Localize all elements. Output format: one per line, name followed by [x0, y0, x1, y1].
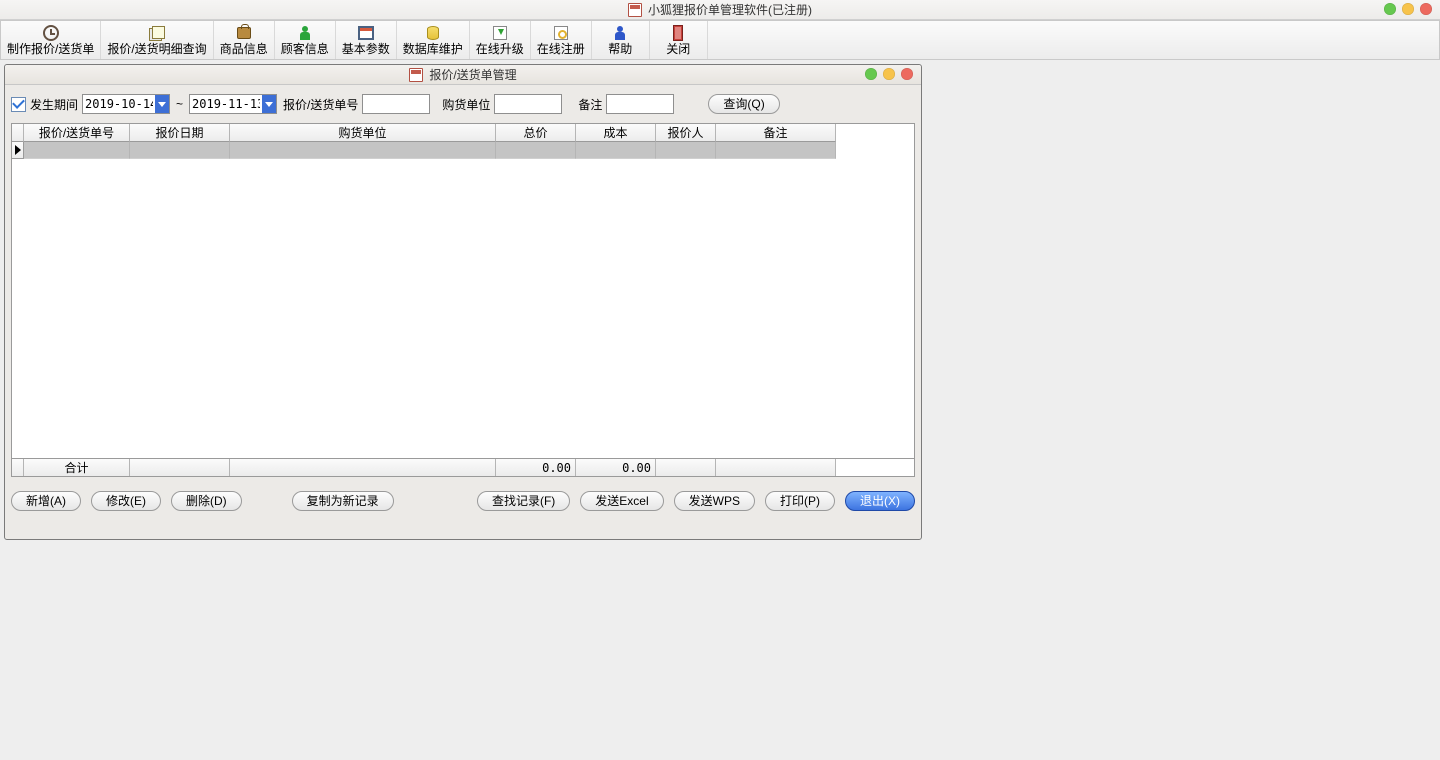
tb-basic-params[interactable]: 基本参数 — [336, 21, 397, 59]
table-header: 报价/送货单号 报价日期 购货单位 总价 成本 报价人 备注 — [12, 124, 914, 142]
th-remark[interactable]: 备注 — [716, 124, 836, 142]
tb-online-register[interactable]: 在线注册 — [531, 21, 592, 59]
close-icon[interactable] — [1420, 3, 1432, 15]
find-button[interactable]: 查找记录(F) — [477, 491, 570, 511]
remark-input[interactable] — [606, 94, 674, 114]
buyer-label: 购货单位 — [442, 96, 490, 113]
app-doc-icon — [628, 3, 642, 17]
edit-button[interactable]: 修改(E) — [91, 491, 161, 511]
th-rowmarker — [12, 124, 24, 142]
table-footer: 合计 0.00 0.00 — [12, 458, 914, 476]
sub-minimize-icon[interactable] — [865, 68, 877, 80]
date-from-input[interactable] — [83, 95, 155, 113]
send-wps-button[interactable]: 发送WPS — [674, 491, 755, 511]
filter-bar: 发生期间 ~ 报价/送货单号 购货单位 备注 — [11, 91, 915, 117]
main-window: 小狐狸报价单管理软件(已注册) 制作报价/送货单 报价/送货明细查询 商品信息 … — [0, 0, 1440, 760]
print-button[interactable]: 打印(P) — [765, 491, 835, 511]
clock-icon — [43, 25, 59, 41]
row-marker-icon — [12, 142, 24, 159]
search-button[interactable]: 查询(Q) — [708, 94, 779, 114]
th-total[interactable]: 总价 — [496, 124, 576, 142]
table-empty-area — [12, 159, 914, 458]
maximize-icon[interactable] — [1402, 3, 1414, 15]
exit-button[interactable]: 退出(X) — [845, 491, 915, 511]
main-title-text: 小狐狸报价单管理软件(已注册) — [648, 1, 812, 18]
mdi-workspace: 报价/送货单管理 发生期间 ~ — [0, 60, 1440, 760]
buyer-input[interactable] — [494, 94, 562, 114]
date-range-checkbox[interactable] — [11, 97, 26, 112]
th-buyer[interactable]: 购货单位 — [230, 124, 496, 142]
date-to-input[interactable] — [190, 95, 262, 113]
subwin-doc-icon — [409, 68, 423, 82]
delete-button[interactable]: 删除(D) — [171, 491, 242, 511]
date-to-dropdown-icon[interactable] — [262, 95, 276, 113]
tb-db-maintain[interactable]: 数据库维护 — [397, 21, 470, 59]
footer-total: 0.00 — [496, 459, 576, 476]
th-quoter[interactable]: 报价人 — [656, 124, 716, 142]
tb-online-upgrade[interactable]: 在线升级 — [470, 21, 531, 59]
date-tilde: ~ — [174, 97, 185, 111]
door-exit-icon — [673, 25, 683, 41]
database-icon — [427, 26, 439, 40]
th-date[interactable]: 报价日期 — [130, 124, 230, 142]
quote-manage-window: 报价/送货单管理 发生期间 ~ — [4, 64, 922, 540]
add-button[interactable]: 新增(A) — [11, 491, 81, 511]
download-doc-icon — [493, 26, 507, 40]
sub-titlebar: 报价/送货单管理 — [5, 65, 921, 85]
minimize-icon[interactable] — [1384, 3, 1396, 15]
docno-label: 报价/送货单号 — [283, 96, 358, 113]
key-doc-icon — [554, 26, 568, 40]
person-blue-icon — [615, 26, 625, 40]
sub-close-icon[interactable] — [901, 68, 913, 80]
tb-customer-info[interactable]: 顾客信息 — [275, 21, 336, 59]
date-from-field — [82, 94, 170, 114]
th-docno[interactable]: 报价/送货单号 — [24, 124, 130, 142]
footer-cost: 0.00 — [576, 459, 656, 476]
tb-detail-query[interactable]: 报价/送货明细查询 — [101, 21, 213, 59]
tb-product-info[interactable]: 商品信息 — [214, 21, 275, 59]
send-excel-button[interactable]: 发送Excel — [580, 491, 663, 511]
date-to-field — [189, 94, 277, 114]
footer-label: 合计 — [24, 459, 130, 476]
main-titlebar: 小狐狸报价单管理软件(已注册) — [0, 0, 1440, 20]
table-row[interactable] — [12, 142, 914, 159]
docno-input[interactable] — [362, 94, 430, 114]
calendar-icon — [358, 26, 374, 40]
th-cost[interactable]: 成本 — [576, 124, 656, 142]
tb-help[interactable]: 帮助 — [592, 21, 650, 59]
bag-icon — [237, 27, 251, 39]
date-from-dropdown-icon[interactable] — [155, 95, 169, 113]
sub-title-text: 报价/送货单管理 — [429, 66, 516, 83]
remark-label: 备注 — [578, 96, 602, 113]
sheets-icon — [149, 26, 165, 40]
date-range-label: 发生期间 — [30, 96, 78, 113]
sub-maximize-icon[interactable] — [883, 68, 895, 80]
copy-new-button[interactable]: 复制为新记录 — [292, 491, 394, 511]
person-green-icon — [300, 26, 310, 40]
tb-close[interactable]: 关闭 — [650, 21, 708, 59]
tb-make-quote[interactable]: 制作报价/送货单 — [1, 21, 101, 59]
quote-table: 报价/送货单号 报价日期 购货单位 总价 成本 报价人 备注 — [11, 123, 915, 477]
top-toolbar: 制作报价/送货单 报价/送货明细查询 商品信息 顾客信息 基本参数 数据库维护 … — [0, 20, 1440, 60]
bottom-button-bar: 新增(A) 修改(E) 删除(D) 复制为新记录 查找记录(F) 发送Excel… — [11, 491, 915, 511]
